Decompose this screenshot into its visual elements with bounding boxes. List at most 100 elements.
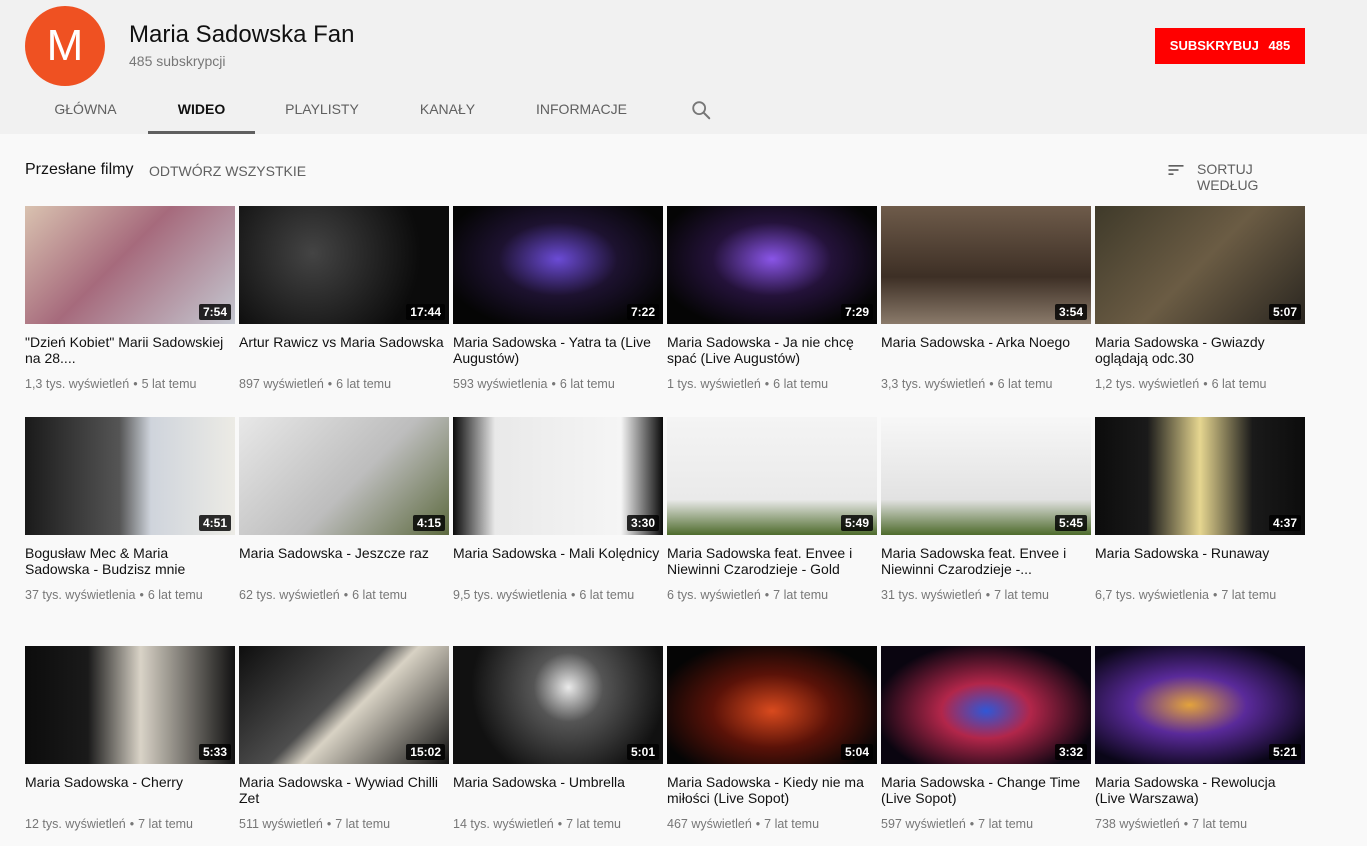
video-title[interactable]: Maria Sadowska - Gwiazdy oglądają odc.30: [1095, 334, 1305, 366]
sort-by-button[interactable]: SORTUJ WEDŁUG: [1197, 161, 1315, 193]
sort-icon[interactable]: [1166, 160, 1186, 180]
video-thumbnail[interactable]: 7:29: [667, 206, 877, 324]
video-card[interactable]: 7:22 Maria Sadowska - Yatra ta (Live Augu…: [453, 206, 663, 393]
video-duration: 7:29: [840, 304, 873, 320]
video-meta: 738 wyświetleń • 7 lat temu: [1095, 815, 1305, 833]
video-thumbnail[interactable]: 5:07: [1095, 206, 1305, 324]
video-age: 6 lat temu: [773, 377, 829, 391]
video-meta: 897 wyświetleń • 6 lat temu: [239, 375, 449, 393]
video-thumbnail[interactable]: 7:54: [25, 206, 235, 324]
video-thumbnail[interactable]: 5:49: [667, 417, 877, 535]
video-title[interactable]: Maria Sadowska - Kiedy nie ma miłości (L…: [667, 774, 877, 806]
video-thumbnail[interactable]: 5:45: [881, 417, 1091, 535]
video-meta: 6,7 tys. wyświetlenia • 7 lat temu: [1095, 586, 1305, 604]
video-title[interactable]: Maria Sadowska - Cherry: [25, 774, 235, 806]
video-age: 7 lat temu: [773, 588, 829, 602]
video-views: 1,2 tys. wyświetleń: [1095, 377, 1200, 391]
video-age: 7 lat temu: [138, 817, 194, 831]
video-thumbnail[interactable]: 3:30: [453, 417, 663, 535]
video-card[interactable]: 15:02 Maria Sadowska - Wywiad Chilli Zet 5…: [239, 646, 449, 833]
video-card[interactable]: 3:54 Maria Sadowska - Arka Noego 3,3 tys. …: [881, 206, 1091, 393]
video-title[interactable]: Maria Sadowska - Umbrella: [453, 774, 663, 806]
video-age: 6 lat temu: [997, 377, 1053, 391]
meta-separator: •: [327, 377, 333, 391]
video-title[interactable]: Maria Sadowska - Mali Kolędnicy: [453, 545, 663, 577]
video-card[interactable]: 17:44 Artur Rawicz vs Maria Sadowska 897 w…: [239, 206, 449, 393]
video-thumbnail[interactable]: 7:22: [453, 206, 663, 324]
video-title[interactable]: Maria Sadowska feat. Envee i Niewinni Cz…: [667, 545, 877, 577]
video-card[interactable]: 5:21 Maria Sadowska - Rewolucja (Live War…: [1095, 646, 1305, 833]
tab-playlists[interactable]: PLAYLISTY: [262, 85, 382, 134]
video-age: 7 lat temu: [1221, 588, 1277, 602]
tab-about[interactable]: INFORMACJE: [515, 85, 648, 134]
video-title[interactable]: Maria Sadowska - Jeszcze raz: [239, 545, 449, 577]
video-card[interactable]: 4:15 Maria Sadowska - Jeszcze raz 62 tys. …: [239, 417, 449, 604]
channel-header: M Maria Sadowska Fan 485 subskrypcji SUB…: [0, 0, 1367, 134]
video-thumbnail[interactable]: 5:33: [25, 646, 235, 764]
video-duration: 3:54: [1054, 304, 1087, 320]
video-thumbnail[interactable]: 3:32: [881, 646, 1091, 764]
video-thumbnail[interactable]: 5:21: [1095, 646, 1305, 764]
meta-separator: •: [989, 377, 994, 391]
video-title[interactable]: Artur Rawicz vs Maria Sadowska: [239, 334, 449, 366]
subscribe-button[interactable]: SUBSKRYBUJ 485: [1155, 28, 1305, 64]
video-thumbnail[interactable]: 5:01: [453, 646, 663, 764]
video-thumbnail[interactable]: 4:37: [1095, 417, 1305, 535]
video-title[interactable]: Maria Sadowska - Ja nie chcę spać (Live …: [667, 334, 877, 366]
channel-avatar[interactable]: M: [25, 6, 105, 86]
video-views: 897 wyświetleń: [239, 377, 324, 391]
video-title[interactable]: Maria Sadowska - Yatra ta (Live Augustów…: [453, 334, 663, 366]
video-title[interactable]: Maria Sadowska - Change Time (Live Sopot…: [881, 774, 1091, 806]
video-card[interactable]: 7:29 Maria Sadowska - Ja nie chcę spać (L…: [667, 206, 877, 393]
video-duration: 5:49: [840, 515, 873, 531]
tab-channels[interactable]: KANAŁY: [394, 85, 501, 134]
video-title[interactable]: Maria Sadowska - Runaway: [1095, 545, 1305, 577]
video-title[interactable]: Maria Sadowska - Wywiad Chilli Zet: [239, 774, 449, 806]
video-card[interactable]: 3:30 Maria Sadowska - Mali Kolędnicy 9,5 t…: [453, 417, 663, 604]
video-card[interactable]: 5:07 Maria Sadowska - Gwiazdy oglądają od…: [1095, 206, 1305, 393]
video-age: 6 lat temu: [336, 377, 392, 391]
video-card[interactable]: 4:37 Maria Sadowska - Runaway 6,7 tys. wyś…: [1095, 417, 1305, 604]
video-thumbnail[interactable]: 17:44: [239, 206, 449, 324]
video-card[interactable]: 3:32 Maria Sadowska - Change Time (Live S…: [881, 646, 1091, 833]
play-all-button[interactable]: ODTWÓRZ WSZYSTKIE: [149, 163, 306, 179]
video-title[interactable]: Maria Sadowska - Arka Noego: [881, 334, 1091, 366]
video-thumbnail[interactable]: 5:04: [667, 646, 877, 764]
video-thumbnail[interactable]: 15:02: [239, 646, 449, 764]
channel-name: Maria Sadowska Fan: [129, 21, 355, 48]
video-card[interactable]: 5:04 Maria Sadowska - Kiedy nie ma miłośc…: [667, 646, 877, 833]
video-meta: 1,2 tys. wyświetleń • 6 lat temu: [1095, 375, 1305, 393]
video-card[interactable]: 5:01 Maria Sadowska - Umbrella 14 tys. wyś…: [453, 646, 663, 833]
video-duration: 3:30: [626, 515, 659, 531]
video-title[interactable]: Maria Sadowska feat. Envee i Niewinni Cz…: [881, 545, 1091, 577]
video-duration: 7:54: [198, 304, 231, 320]
video-meta: 62 tys. wyświetleń • 6 lat temu: [239, 586, 449, 604]
video-duration: 5:33: [198, 744, 231, 760]
video-duration: 5:04: [840, 744, 873, 760]
video-card[interactable]: 4:51 Bogusław Mec & Maria Sadowska - Budz…: [25, 417, 235, 604]
video-title[interactable]: Maria Sadowska - Rewolucja (Live Warszaw…: [1095, 774, 1305, 806]
video-title[interactable]: Bogusław Mec & Maria Sadowska - Budzisz …: [25, 545, 235, 577]
video-age: 7 lat temu: [978, 817, 1034, 831]
video-card[interactable]: 5:45 Maria Sadowska feat. Envee i Niewinn…: [881, 417, 1091, 604]
video-card[interactable]: 5:49 Maria Sadowska feat. Envee i Niewinn…: [667, 417, 877, 604]
search-icon[interactable]: [690, 99, 712, 121]
video-thumbnail[interactable]: 4:15: [239, 417, 449, 535]
channel-tabs: GŁÓWNA WIDEO PLAYLISTY KANAŁY INFORMACJE: [0, 85, 1367, 134]
video-duration: 17:44: [406, 304, 445, 320]
tab-home[interactable]: GŁÓWNA: [29, 85, 142, 134]
meta-separator: •: [133, 377, 138, 391]
video-views: 467 wyświetleń: [667, 817, 752, 831]
video-meta: 9,5 tys. wyświetlenia • 6 lat temu: [453, 586, 663, 604]
video-card[interactable]: 7:54 "Dzień Kobiet" Marii Sadowskiej na 2…: [25, 206, 235, 393]
meta-separator: •: [139, 588, 144, 602]
uploads-section-header: Przesłane filmy ODTWÓRZ WSZYSTKIE SORTUJ…: [25, 158, 1315, 193]
meta-separator: •: [1212, 588, 1218, 602]
video-meta: 37 tys. wyświetlenia • 6 lat temu: [25, 586, 235, 604]
video-duration: 5:07: [1268, 304, 1301, 320]
video-title[interactable]: "Dzień Kobiet" Marii Sadowskiej na 28...…: [25, 334, 235, 366]
video-card[interactable]: 5:33 Maria Sadowska - Cherry 12 tys. wyświ…: [25, 646, 235, 833]
video-thumbnail[interactable]: 3:54: [881, 206, 1091, 324]
video-thumbnail[interactable]: 4:51: [25, 417, 235, 535]
tab-videos[interactable]: WIDEO: [148, 85, 255, 134]
